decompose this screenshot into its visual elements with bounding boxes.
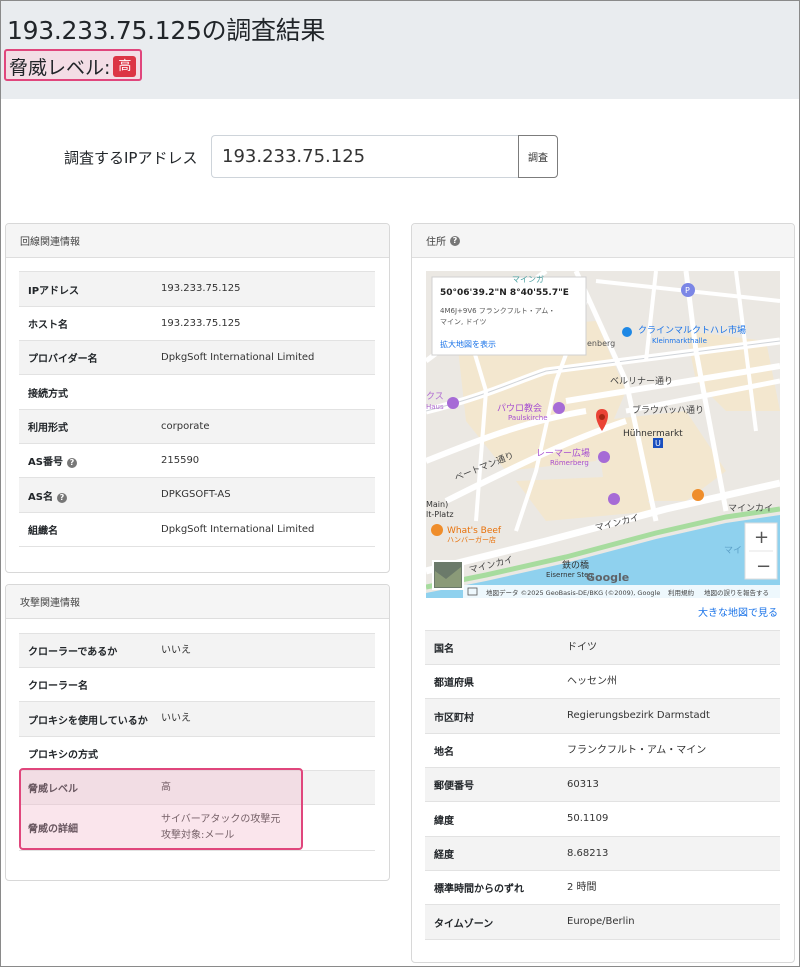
table-row: プロキシの方式 xyxy=(19,737,375,771)
svg-text:U: U xyxy=(655,439,661,448)
threat-level-badge: 高 xyxy=(113,55,137,77)
big-map-link[interactable]: 大きな地図で見る xyxy=(698,604,778,619)
attack-info-header: 攻撃関連情報 xyxy=(6,585,389,619)
zoom-out-icon[interactable]: − xyxy=(756,556,771,577)
table-row: プロバイダー名 DpkgSoft International Limited xyxy=(19,341,375,375)
ip-search-label: 調査するIPアドレス xyxy=(64,149,198,167)
map-enlarge-link[interactable]: 拡大地図を表示 xyxy=(440,339,496,349)
address-title: 住所 xyxy=(426,237,446,248)
table-row: AS名? DPKGSOFT-AS xyxy=(19,478,375,513)
zoom-in-icon[interactable]: + xyxy=(754,527,769,548)
map-label-paulus-sub: Paulskirche xyxy=(508,414,548,422)
map-label-mainkai-2: マインカイ xyxy=(728,503,773,514)
map-plus-code: 4M6J+9V6 フランクフルト・アム・ xyxy=(440,307,555,315)
map-terms[interactable]: 利用規約 xyxy=(668,588,695,597)
ip-search-input[interactable] xyxy=(211,135,519,178)
table-row: 郵便番号 60313 xyxy=(425,768,780,802)
threat-level-label: 脅威レベル: xyxy=(9,56,111,79)
table-row: タイムゾーン Europe/Berlin xyxy=(425,905,780,940)
threat-highlight-box xyxy=(19,768,303,850)
help-icon[interactable]: ? xyxy=(450,235,460,246)
map-label-platz: lt-Platz xyxy=(426,510,454,519)
ip-search-button[interactable]: 調査 xyxy=(518,135,558,178)
map-label-paulus: パウロ教会 xyxy=(497,402,542,414)
help-icon[interactable]: ? xyxy=(56,492,67,503)
table-row: ホスト名 193.233.75.125 xyxy=(19,307,375,341)
line-info-table: IPアドレス 193.233.75.125 ホスト名 193.233.75.125 … xyxy=(19,271,375,547)
as-name-label: AS名 xyxy=(28,491,53,503)
svg-text:P: P xyxy=(685,286,690,295)
table-row: 標準時間からのずれ 2 時間 xyxy=(425,871,780,905)
map-label-braubach: ブラウバッハ通り xyxy=(632,404,704,416)
table-row: 地名 フランクフルト・アム・マイン xyxy=(425,734,780,768)
map-view[interactable]: 50°06'39.2"N 8°40'55.7"E 4M6J+9V6 フランクフル… xyxy=(426,271,780,598)
table-row: IPアドレス 193.233.75.125 xyxy=(19,272,375,307)
line-info-title: 回線関連情報 xyxy=(20,237,80,248)
table-row: 国名 ドイツ xyxy=(425,631,780,665)
threat-level-summary: 脅威レベル: 高 xyxy=(4,49,143,81)
page-header: 193.233.75.125の調査結果 脅威レベル: 高 xyxy=(1,1,799,99)
table-row: クローラーであるか いいえ xyxy=(19,634,375,668)
table-row: 組織名 DpkgSoft International Limited xyxy=(19,513,375,547)
map-label-whats-sub: ハンバーガー店 xyxy=(447,535,496,544)
map-report[interactable]: 地図の誤りを報告する xyxy=(704,588,769,597)
map-label-berg: enberg xyxy=(587,339,615,348)
map-label-haus: Haus xyxy=(426,403,444,411)
map-label-romer: レーマー広場 xyxy=(536,447,590,459)
map-label-huhner: Hühnermarkt xyxy=(623,429,683,439)
table-row: 緯度 50.1109 xyxy=(425,802,780,837)
map-attribution: 地図データ ©2025 GeoBasis-DE/BKG (©2009), Goo… xyxy=(486,588,660,597)
attack-info-title: 攻撃関連情報 xyxy=(20,598,80,609)
table-row: 都道府県 ヘッセン州 xyxy=(425,665,780,699)
map-label-kus: クス xyxy=(426,391,444,402)
address-header: 住所? xyxy=(412,224,794,258)
table-row: 利用形式 corporate xyxy=(19,410,375,444)
table-row: 市区町村 Regierungsbezirk Darmstadt xyxy=(425,699,780,734)
as-number-label: AS番号 xyxy=(28,457,63,468)
map-label-ma: マイ xyxy=(724,546,742,556)
page-title: 193.233.75.125の調査結果 xyxy=(7,16,326,45)
map-label-top: マインガ xyxy=(512,274,544,284)
map-label-eiserner: 鉄の橋 xyxy=(562,559,589,571)
table-row: AS番号? 215590 xyxy=(19,444,375,478)
map-coords: 50°06'39.2"N 8°40'55.7"E xyxy=(440,288,569,298)
map-label-market-sub: Kleinmarkthalle xyxy=(652,337,707,345)
map-label-main: Main) xyxy=(426,500,448,509)
help-icon[interactable]: ? xyxy=(66,458,77,468)
table-row: 経度 8.68213 xyxy=(425,837,780,871)
map-label-berliner: ベルリナー通り xyxy=(610,376,673,387)
address-table: 国名 ドイツ 都道府県 ヘッセン州 市区町村 Regierungsbezirk Dar… xyxy=(425,630,780,940)
map-label-whats: What's Beef xyxy=(447,526,502,536)
map-google-logo: Google xyxy=(586,571,629,584)
map-plus-code-2: マイン, ドイツ xyxy=(440,318,486,326)
table-row: プロキシを使用しているか いいえ xyxy=(19,702,375,737)
map-label-market: クラインマルクトハレ市場 xyxy=(638,324,746,336)
table-row: 接続方式 xyxy=(19,375,375,410)
map-label-romer-sub: Römerberg xyxy=(550,459,589,467)
line-info-header: 回線関連情報 xyxy=(6,224,389,258)
table-row: クローラー名 xyxy=(19,668,375,702)
